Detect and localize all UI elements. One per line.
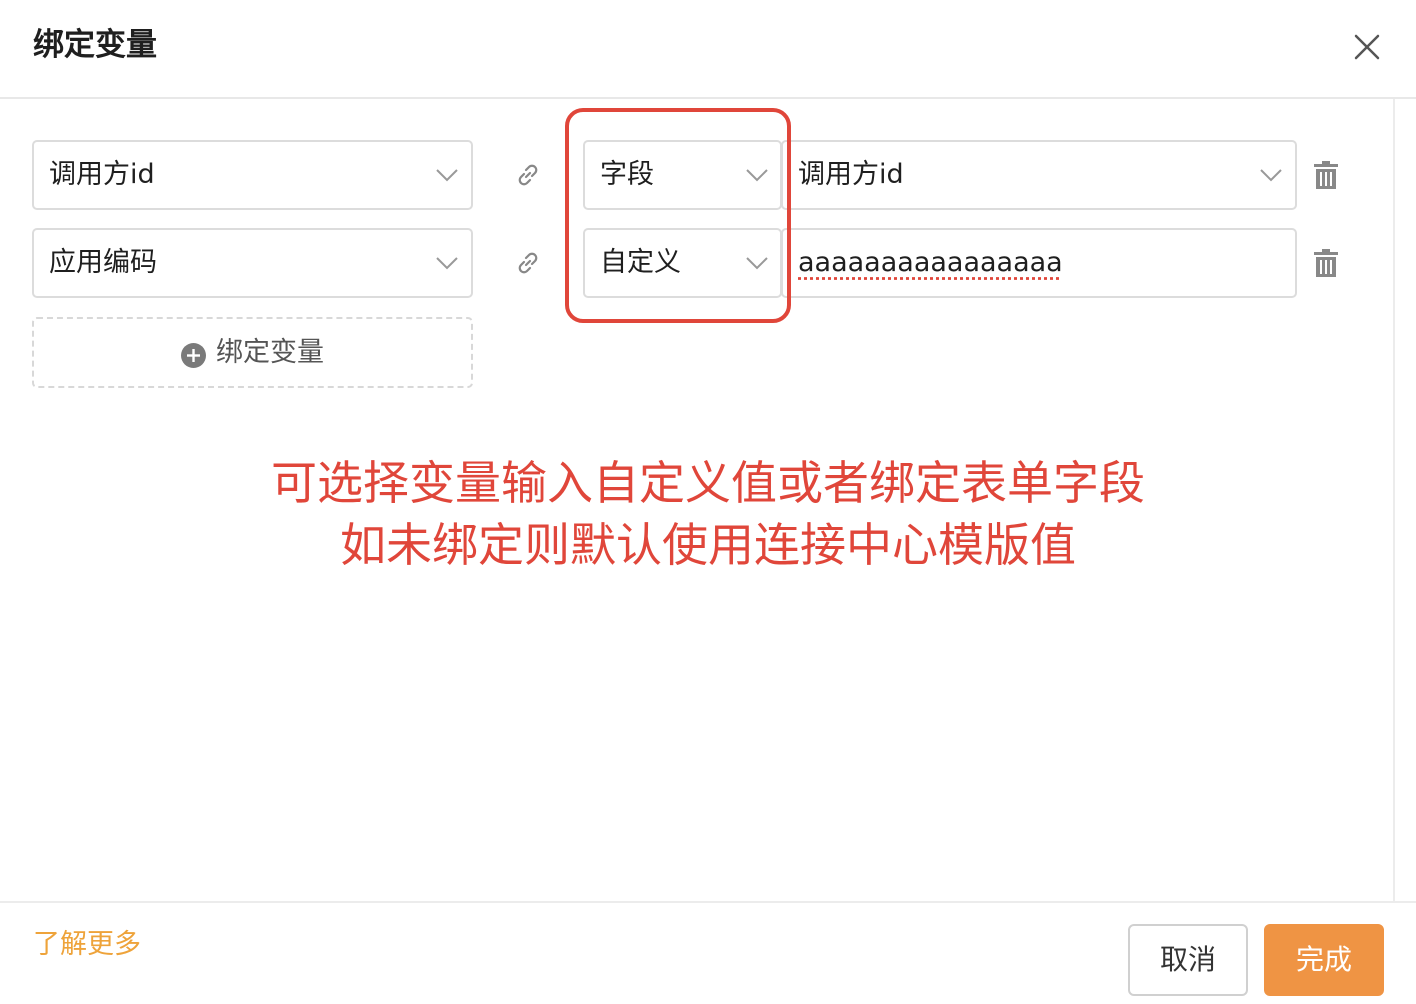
- variable-select[interactable]: 应用编码: [32, 228, 473, 298]
- cancel-button[interactable]: 取消: [1128, 924, 1248, 996]
- confirm-button[interactable]: 完成: [1264, 924, 1384, 996]
- chevron-down-icon: [1260, 169, 1282, 182]
- variable-select-value: 调用方id: [49, 159, 155, 190]
- source-type-select[interactable]: 自定义: [583, 228, 782, 298]
- trash-icon[interactable]: [1313, 248, 1339, 278]
- chevron-down-icon: [746, 169, 768, 182]
- annotation-line-2: 如未绑定则默认使用连接中心模版值: [340, 518, 1076, 572]
- chevron-down-icon: [436, 257, 458, 270]
- add-binding-label: 绑定变量: [216, 337, 324, 368]
- custom-value-text: aaaaaaaaaaaaaaaa: [798, 247, 1063, 278]
- dialog-body: 调用方id 字段 调用方id 应用编码 自定义 aaaaaaaaaaaaaaaa…: [0, 99, 1416, 901]
- dialog-header: 绑定变量: [0, 0, 1416, 99]
- link-icon: [518, 164, 538, 186]
- chevron-down-icon: [436, 169, 458, 182]
- add-binding-button[interactable]: 绑定变量: [32, 317, 473, 388]
- plus-circle-icon: [181, 343, 206, 368]
- source-type-value: 自定义: [600, 247, 681, 278]
- source-type-value: 字段: [600, 159, 654, 190]
- bind-variables-dialog: 绑定变量 调用方id 字段 调用方id 应用编码 自定义 aaaaaaaaaaa…: [0, 0, 1416, 1004]
- learn-more-link[interactable]: 了解更多: [33, 927, 141, 963]
- chevron-down-icon: [746, 257, 768, 270]
- dialog-footer: 了解更多 取消 完成: [0, 901, 1416, 1004]
- variable-select-value: 应用编码: [49, 247, 157, 278]
- field-value: 调用方id: [798, 159, 904, 190]
- field-value-select[interactable]: 调用方id: [781, 140, 1297, 210]
- custom-value-input[interactable]: aaaaaaaaaaaaaaaa: [781, 228, 1297, 298]
- link-icon: [518, 252, 538, 274]
- dialog-title: 绑定变量: [33, 27, 157, 63]
- annotation-line-1: 可选择变量输入自定义值或者绑定表单字段: [271, 456, 1145, 510]
- trash-icon[interactable]: [1313, 160, 1339, 190]
- variable-select[interactable]: 调用方id: [32, 140, 473, 210]
- source-type-select[interactable]: 字段: [583, 140, 782, 210]
- close-icon[interactable]: [1346, 26, 1388, 68]
